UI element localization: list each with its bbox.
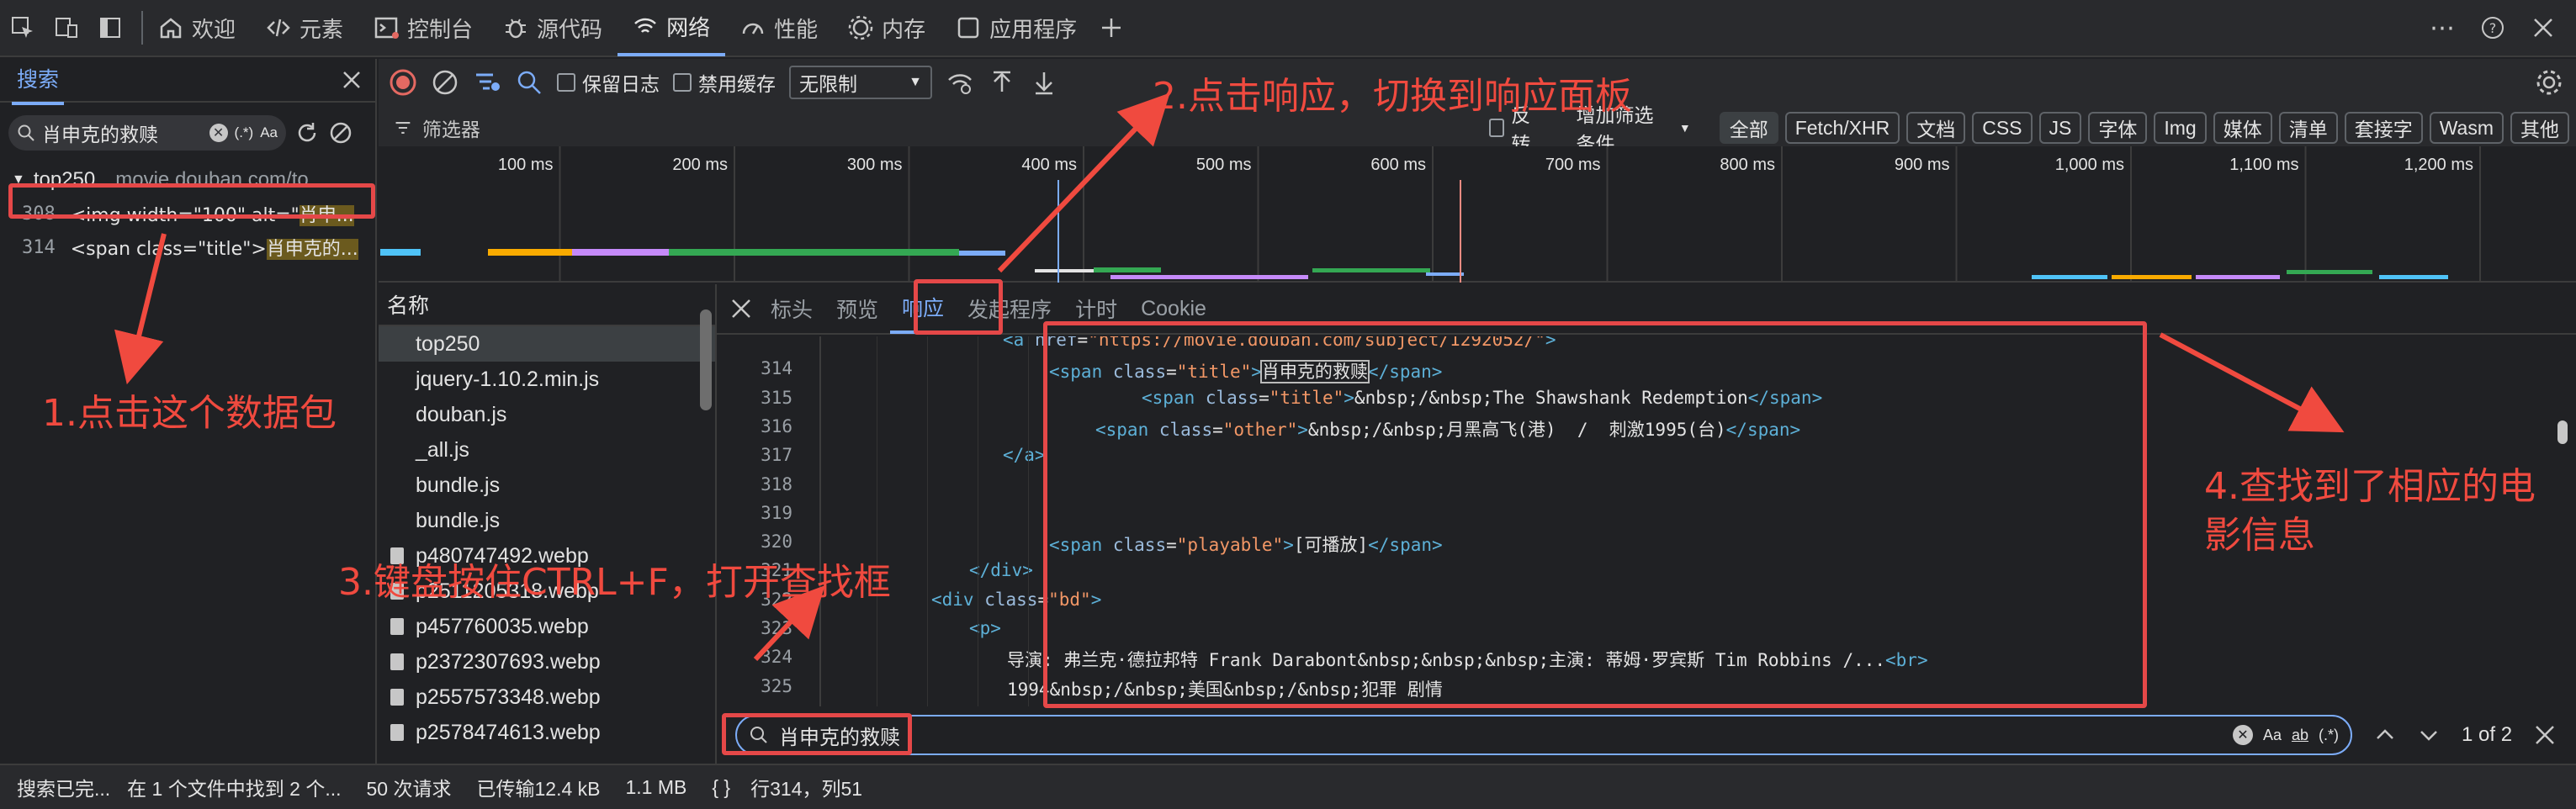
- annotation-3: 3.键盘按住CTRL+F，打开查找框: [338, 561, 891, 604]
- annotation-arrows: [114, 93, 2345, 662]
- annotation-1: 1.点击这个数据包: [42, 392, 337, 435]
- annotation-2: 2.点击响应，切换到响应面板: [1153, 75, 1632, 118]
- annotation-4: 4.查找到了相应的电影信息: [2204, 465, 2536, 557]
